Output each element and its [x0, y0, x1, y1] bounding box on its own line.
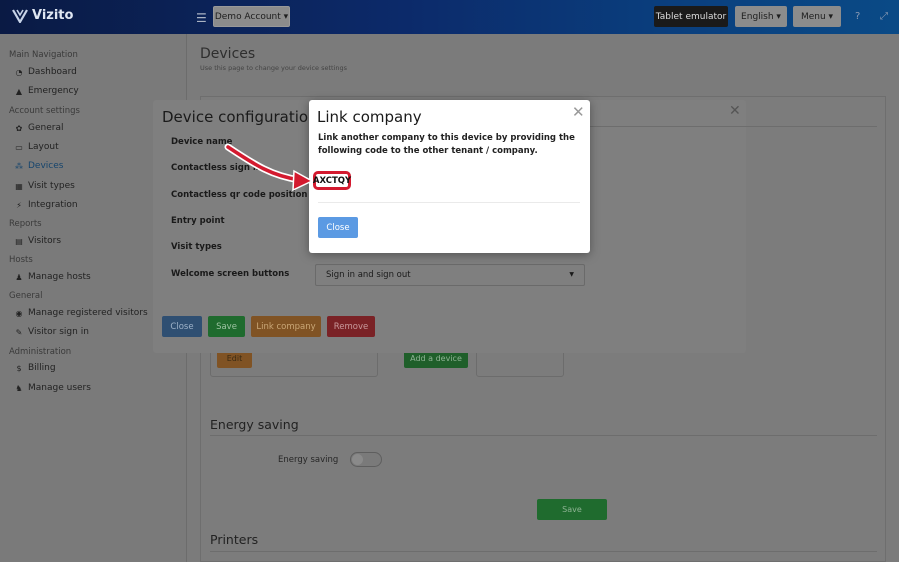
divider	[590, 126, 877, 127]
device-configuration-title: Device configuration	[162, 108, 318, 126]
device-config-save-button[interactable]: Save	[208, 316, 245, 337]
sidebar-section-account: Account settings	[9, 106, 80, 116]
sidebar-item-label: Dashboard	[28, 67, 77, 77]
page-subtitle: Use this page to change your device sett…	[200, 64, 348, 72]
sidebar-item-label: Emergency	[28, 86, 79, 96]
menu-label: Menu	[800, 11, 826, 22]
remove-device-button[interactable]: Remove	[327, 316, 375, 337]
qr-code-position-label: Contactless qr code position	[171, 190, 308, 200]
contactless-sign-in-label: Contactless sign in	[171, 163, 262, 173]
users-icon: ♞	[15, 383, 23, 393]
sidebar-item-label: Integration	[28, 200, 78, 210]
sidebar-section-hosts: Hosts	[9, 255, 33, 265]
sidebar-item-label: Billing	[28, 363, 56, 373]
device-name-label: Device name	[171, 137, 233, 147]
sidebar-item-label: Visitor sign in	[28, 327, 89, 337]
sidebar-section-administration: Administration	[9, 347, 72, 357]
device-configuration-close-icon[interactable]: ✕	[729, 103, 741, 119]
sidebar-item-visitor-sign-in[interactable]: ✎ Visitor sign in	[14, 327, 89, 337]
link-company-title: Link company	[317, 108, 422, 126]
top-bar: Vizito ☰ Demo Account ▾ Tablet emulator …	[0, 0, 899, 34]
energy-saving-toggle[interactable]	[350, 452, 382, 467]
help-icon[interactable]: ?	[855, 11, 860, 22]
hamburger-menu-icon[interactable]: ☰	[196, 11, 207, 25]
menu-dropdown-button[interactable]: Menu ▾	[793, 6, 841, 27]
gear-icon: ✿	[15, 123, 23, 133]
sidebar-section-reports: Reports	[9, 219, 42, 229]
link-company-modal: Link company ✕ Link another company to t…	[309, 100, 590, 253]
energy-saving-label: Energy saving	[278, 455, 339, 465]
expand-icon[interactable]: ⤢	[880, 11, 888, 22]
sidebar-item-devices[interactable]: ⁂ Devices	[14, 161, 63, 171]
link-company-description: Link another company to this device by p…	[318, 133, 575, 156]
sidebar-item-label: Visitors	[28, 236, 62, 246]
entry-point-label: Entry point	[171, 216, 225, 226]
app-logo-text: Vizito	[32, 8, 74, 23]
sidebar-section-main: Main Navigation	[9, 50, 78, 60]
visit-types-label: Visit types	[171, 242, 222, 252]
sidebar-item-manage-hosts[interactable]: ♟ Manage hosts	[14, 272, 91, 282]
sidebar-item-label: General	[28, 123, 64, 133]
devices-icon: ⁂	[15, 161, 23, 171]
sidebar-item-label: Visit types	[28, 181, 75, 191]
visitors-icon: ▤	[15, 236, 23, 246]
hosts-icon: ♟	[15, 272, 23, 282]
list-icon: ▦	[15, 181, 23, 191]
divider	[210, 551, 877, 552]
link-company-code: AXCTQY	[313, 171, 351, 190]
account-dropdown-label: Demo Account	[214, 11, 281, 22]
sidebar-item-manage-users[interactable]: ♞ Manage users	[14, 383, 91, 393]
sidebar-item-registered-visitors[interactable]: ◉ Manage registered visitors	[14, 308, 148, 318]
sidebar-item-emergency[interactable]: ▲ Emergency	[14, 86, 79, 96]
chevron-down-icon: ▼	[569, 271, 574, 278]
sidebar-item-label: Manage hosts	[28, 272, 91, 282]
device-config-close-button[interactable]: Close	[162, 316, 202, 337]
sidebar-item-general[interactable]: ✿ General	[14, 123, 64, 133]
sidebar-item-dashboard[interactable]: ◔ Dashboard	[14, 67, 77, 77]
warning-icon: ▲	[15, 86, 23, 96]
welcome-screen-buttons-value: Sign in and sign out	[326, 270, 411, 280]
dollar-icon: $	[16, 363, 22, 373]
link-company-close-icon[interactable]: ✕	[572, 103, 585, 121]
dashboard-icon: ◔	[15, 67, 23, 77]
plug-icon: ⚡	[16, 200, 22, 210]
sidebar-item-visitors[interactable]: ▤ Visitors	[14, 236, 61, 246]
link-company-button[interactable]: Link company	[251, 316, 321, 337]
welcome-screen-buttons-label: Welcome screen buttons	[171, 269, 290, 279]
sidebar-item-integration[interactable]: ⚡ Integration	[14, 200, 78, 210]
divider	[210, 435, 877, 436]
link-company-close-button[interactable]: Close	[318, 217, 358, 238]
energy-saving-title: Energy saving	[210, 417, 299, 432]
sidebar-item-label: Manage users	[28, 383, 91, 393]
tablet-emulator-button[interactable]: Tablet emulator	[654, 6, 728, 27]
page-title: Devices	[200, 46, 256, 62]
sidebar-item-layout[interactable]: ▭ Layout	[14, 142, 59, 152]
sidebar-item-label: Manage registered visitors	[28, 308, 148, 318]
energy-save-button[interactable]: Save	[537, 499, 607, 520]
printers-title: Printers	[210, 532, 259, 547]
pen-icon: ✎	[15, 327, 23, 337]
registered-icon: ◉	[15, 308, 23, 318]
welcome-screen-buttons-select[interactable]: Sign in and sign out ▼	[315, 264, 585, 286]
sidebar-item-label: Layout	[28, 142, 59, 152]
sidebar-section-general: General	[9, 291, 43, 301]
divider	[318, 202, 580, 203]
vizito-logo-icon	[12, 8, 28, 23]
sidebar-item-label: Devices	[28, 161, 64, 171]
language-dropdown-button[interactable]: English ▾	[735, 6, 787, 27]
account-dropdown-button[interactable]: Demo Account ▾	[213, 6, 290, 27]
layout-icon: ▭	[15, 142, 23, 152]
language-label: English	[741, 11, 774, 22]
sidebar-item-visit-types[interactable]: ▦ Visit types	[14, 181, 75, 191]
sidebar-item-billing[interactable]: $ Billing	[14, 363, 56, 373]
app-logo[interactable]: Vizito	[12, 8, 73, 23]
